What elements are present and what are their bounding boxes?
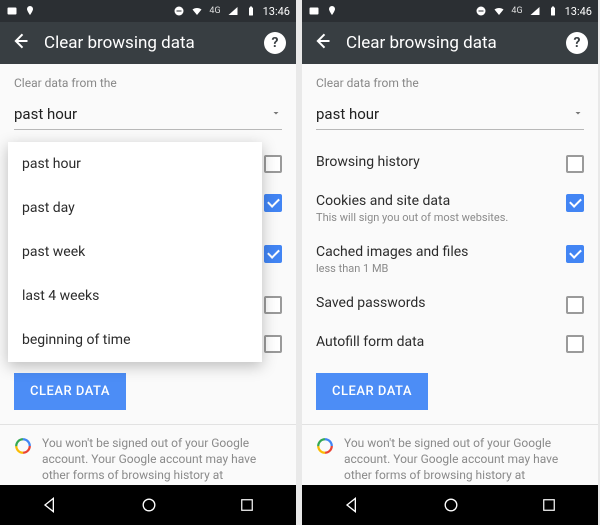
- row-label: Cookies and site data: [316, 193, 556, 209]
- row-label: Browsing history: [316, 154, 556, 170]
- chevron-down-icon: [572, 104, 584, 123]
- help-icon[interactable]: ?: [264, 32, 286, 54]
- back-icon[interactable]: [312, 31, 332, 55]
- footer-text: You won't be signed out of your Google a…: [344, 435, 584, 484]
- chevron-down-icon: [270, 104, 282, 123]
- image-icon: [6, 5, 18, 17]
- image-icon: [308, 5, 320, 17]
- clock: 13:46: [565, 5, 592, 18]
- signal-icon: [529, 5, 541, 17]
- row-label: Saved passwords: [316, 295, 556, 311]
- row-label: Cached images and files: [316, 244, 556, 260]
- network-label: 4G: [209, 6, 220, 16]
- nav-recent-icon[interactable]: [238, 496, 256, 514]
- wifi-icon: [493, 5, 505, 17]
- row-label: Autofill form data: [316, 334, 556, 350]
- help-icon[interactable]: ?: [566, 32, 588, 54]
- footer-text: You won't be signed out of your Google a…: [42, 435, 282, 484]
- back-icon[interactable]: [10, 31, 30, 55]
- dnd-icon: [475, 5, 487, 17]
- spinner-value: past hour: [14, 105, 77, 123]
- page-title: Clear browsing data: [44, 33, 195, 53]
- row-sublabel: less than 1 MB: [316, 262, 556, 275]
- battery-icon: [547, 5, 559, 17]
- row-cache[interactable]: Cached images and files less than 1 MB: [316, 234, 584, 285]
- row-browsing-history[interactable]: Browsing history: [316, 144, 584, 183]
- row-sublabel: This will sign you out of most websites.: [316, 211, 556, 224]
- checkbox-cookies[interactable]: [264, 194, 282, 212]
- location-icon: [24, 5, 36, 17]
- checkbox-cache[interactable]: [566, 245, 584, 263]
- location-icon: [326, 5, 338, 17]
- row-autofill[interactable]: Autofill form data: [316, 324, 584, 363]
- page-title: Clear browsing data: [346, 33, 497, 53]
- time-range-dropdown: past hour past day past week last 4 week…: [8, 142, 262, 362]
- network-label: 4G: [511, 6, 522, 16]
- google-logo-icon: [14, 437, 32, 455]
- checkbox-cache[interactable]: [264, 245, 282, 263]
- checkbox-browsing-history[interactable]: [566, 155, 584, 173]
- nav-back-icon[interactable]: [342, 495, 362, 515]
- clock: 13:46: [263, 5, 290, 18]
- google-logo-icon: [316, 437, 334, 455]
- dropdown-option[interactable]: beginning of time: [8, 318, 262, 362]
- wifi-icon: [191, 5, 203, 17]
- time-range-spinner[interactable]: past hour: [14, 100, 282, 130]
- nav-bar: [302, 485, 598, 525]
- nav-home-icon[interactable]: [139, 495, 159, 515]
- dropdown-option[interactable]: past day: [8, 186, 262, 230]
- checkbox-autofill[interactable]: [264, 335, 282, 353]
- checkbox-saved-passwords[interactable]: [566, 296, 584, 314]
- signal-icon: [227, 5, 239, 17]
- dropdown-option[interactable]: past week: [8, 230, 262, 274]
- checkbox-autofill[interactable]: [566, 335, 584, 353]
- nav-recent-icon[interactable]: [540, 496, 558, 514]
- time-range-spinner[interactable]: past hour: [316, 100, 584, 130]
- dropdown-option[interactable]: last 4 weeks: [8, 274, 262, 318]
- content: Clear data from the past hour Browsing h…: [0, 64, 296, 485]
- row-cookies[interactable]: Cookies and site data This will sign you…: [316, 183, 584, 234]
- checkbox-browsing-history[interactable]: [264, 155, 282, 173]
- dropdown-option[interactable]: past hour: [8, 142, 262, 186]
- dnd-icon: [173, 5, 185, 17]
- battery-icon: [245, 5, 257, 17]
- row-saved-passwords[interactable]: Saved passwords: [316, 285, 584, 324]
- footer-note: You won't be signed out of your Google a…: [14, 425, 282, 484]
- hint-label: Clear data from the: [316, 76, 584, 90]
- footer-note: You won't be signed out of your Google a…: [316, 425, 584, 484]
- content: Clear data from the past hour Browsing h…: [302, 64, 598, 485]
- status-bar: 4G 13:46: [0, 0, 296, 22]
- app-bar: Clear browsing data ?: [302, 22, 598, 64]
- nav-home-icon[interactable]: [441, 495, 461, 515]
- status-bar: 4G 13:46: [302, 0, 598, 22]
- checkbox-cookies[interactable]: [566, 194, 584, 212]
- nav-back-icon[interactable]: [40, 495, 60, 515]
- clear-data-button[interactable]: CLEAR DATA: [14, 373, 126, 410]
- app-bar: Clear browsing data ?: [0, 22, 296, 64]
- clear-data-button[interactable]: CLEAR DATA: [316, 373, 428, 410]
- phone-right: 4G 13:46 Clear browsing data ? Clear dat…: [302, 0, 598, 525]
- nav-bar: [0, 485, 296, 525]
- phone-left: 4G 13:46 Clear browsing data ? Clear dat…: [0, 0, 296, 525]
- spinner-value: past hour: [316, 105, 379, 123]
- hint-label: Clear data from the: [14, 76, 282, 90]
- checkbox-saved-passwords[interactable]: [264, 296, 282, 314]
